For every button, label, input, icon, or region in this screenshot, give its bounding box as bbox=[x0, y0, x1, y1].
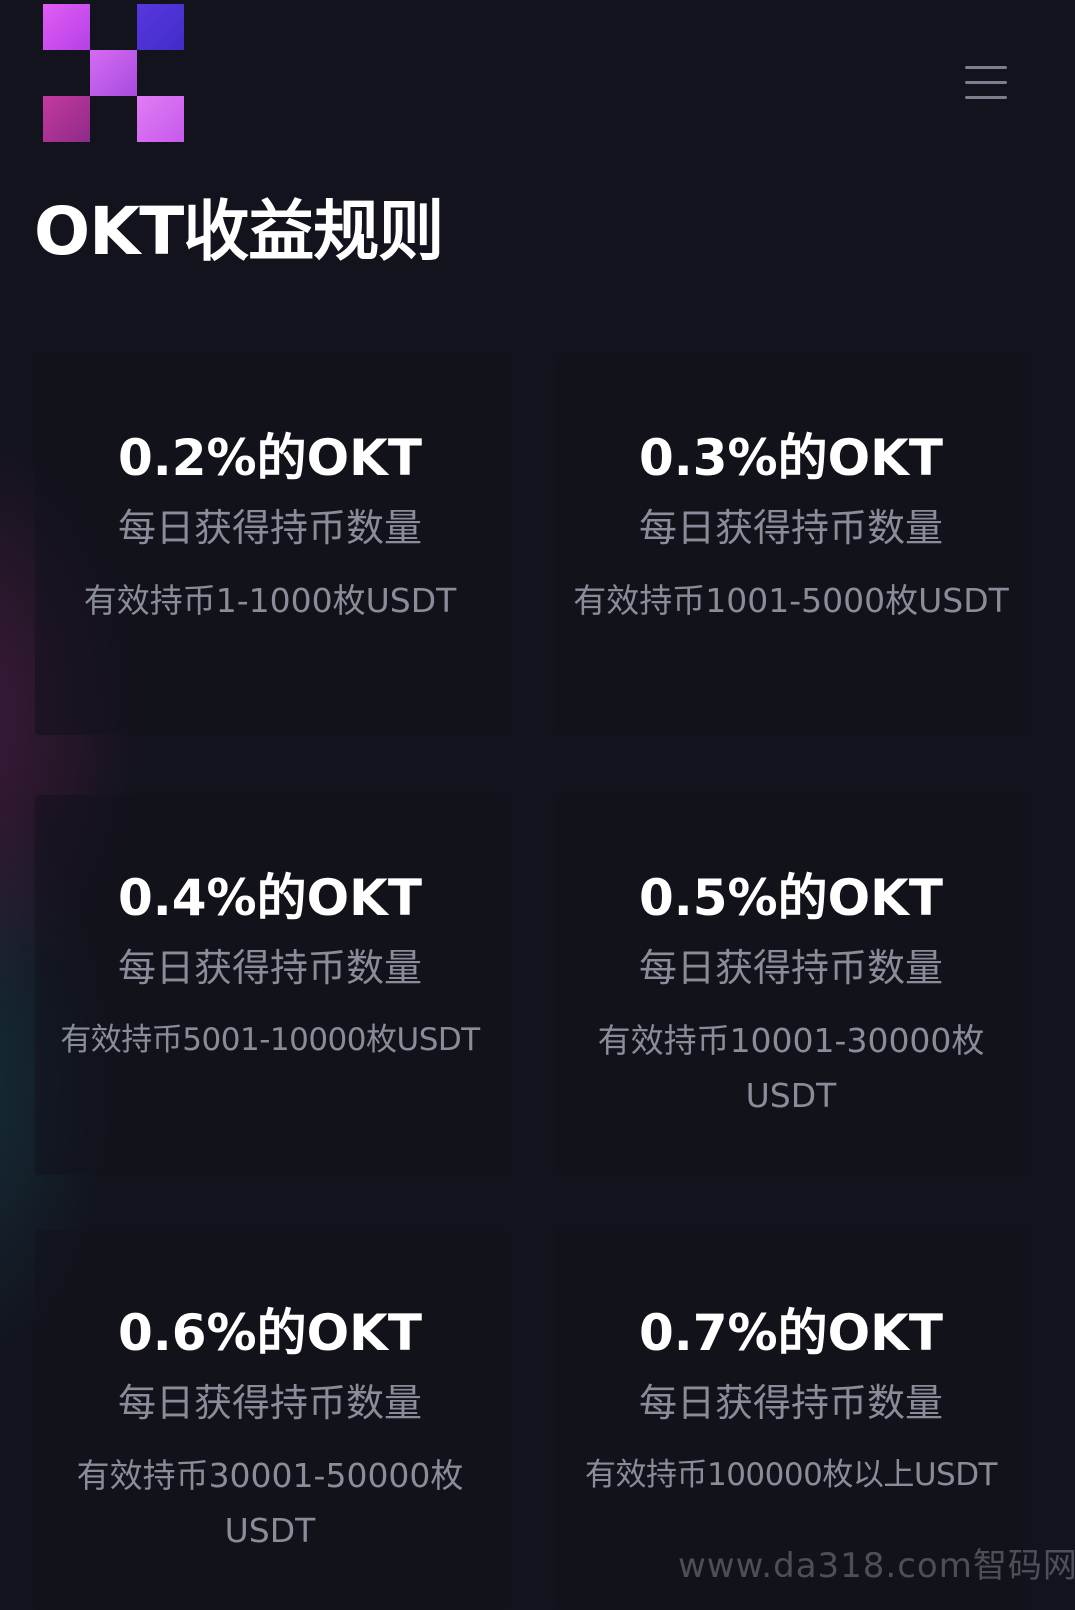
rate-description: 每日获得持币数量 bbox=[117, 946, 422, 990]
hamburger-menu-icon[interactable] bbox=[962, 62, 1010, 104]
rule-card: 0.4%的OKT 每日获得持币数量 有效持币5001-10000枚USDT bbox=[35, 795, 505, 1175]
menu-bar bbox=[965, 66, 1007, 69]
logo-square bbox=[43, 4, 90, 50]
holding-range: 有效持币1-1000枚USDT bbox=[83, 581, 457, 620]
rule-card: 0.3%的OKT 每日获得持币数量 有效持币1001-5000枚USDT bbox=[556, 355, 1026, 735]
holding-range: 有效持币10001-30000枚USDT bbox=[597, 1021, 985, 1115]
rule-card: 0.6%的OKT 每日获得持币数量 有效持币30001-50000枚USDT bbox=[35, 1230, 505, 1610]
holding-range: 有效持币5001-10000枚USDT bbox=[60, 1022, 480, 1058]
logo-square bbox=[137, 96, 184, 142]
rate-description: 每日获得持币数量 bbox=[638, 506, 943, 550]
holding-range: 有效持币100000枚以上USDT bbox=[584, 1457, 998, 1493]
watermark: www.da318.com智码网 bbox=[678, 1546, 1075, 1586]
rate-label: 0.4%的OKT bbox=[117, 869, 423, 927]
rate-description: 每日获得持币数量 bbox=[117, 506, 422, 550]
holding-range: 有效持币1001-5000枚USDT bbox=[573, 581, 1009, 620]
menu-bar bbox=[965, 81, 1007, 84]
rate-label: 0.2%的OKT bbox=[117, 429, 423, 487]
rule-card: 0.2%的OKT 每日获得持币数量 有效持币1-1000枚USDT bbox=[35, 355, 505, 735]
rate-description: 每日获得持币数量 bbox=[117, 1381, 422, 1425]
logo-square bbox=[137, 4, 184, 50]
rate-label: 0.7%的OKT bbox=[638, 1304, 944, 1362]
page: OKT收益规则 0.2%的OKT 每日获得持币数量 有效持币1-1000枚USD… bbox=[0, 0, 1075, 1610]
logo-square bbox=[90, 50, 137, 96]
rate-label: 0.3%的OKT bbox=[638, 429, 944, 487]
rate-label: 0.5%的OKT bbox=[638, 869, 944, 927]
rate-description: 每日获得持币数量 bbox=[638, 946, 943, 990]
page-title: OKT收益规则 bbox=[34, 193, 444, 270]
rate-description: 每日获得持币数量 bbox=[638, 1381, 943, 1425]
logo-square bbox=[43, 96, 90, 142]
menu-bar bbox=[965, 96, 1007, 99]
okx-logo[interactable] bbox=[43, 4, 184, 144]
rule-card: 0.5%的OKT 每日获得持币数量 有效持币10001-30000枚USDT bbox=[556, 795, 1026, 1175]
holding-range: 有效持币30001-50000枚USDT bbox=[76, 1456, 464, 1550]
rate-label: 0.6%的OKT bbox=[117, 1304, 423, 1362]
